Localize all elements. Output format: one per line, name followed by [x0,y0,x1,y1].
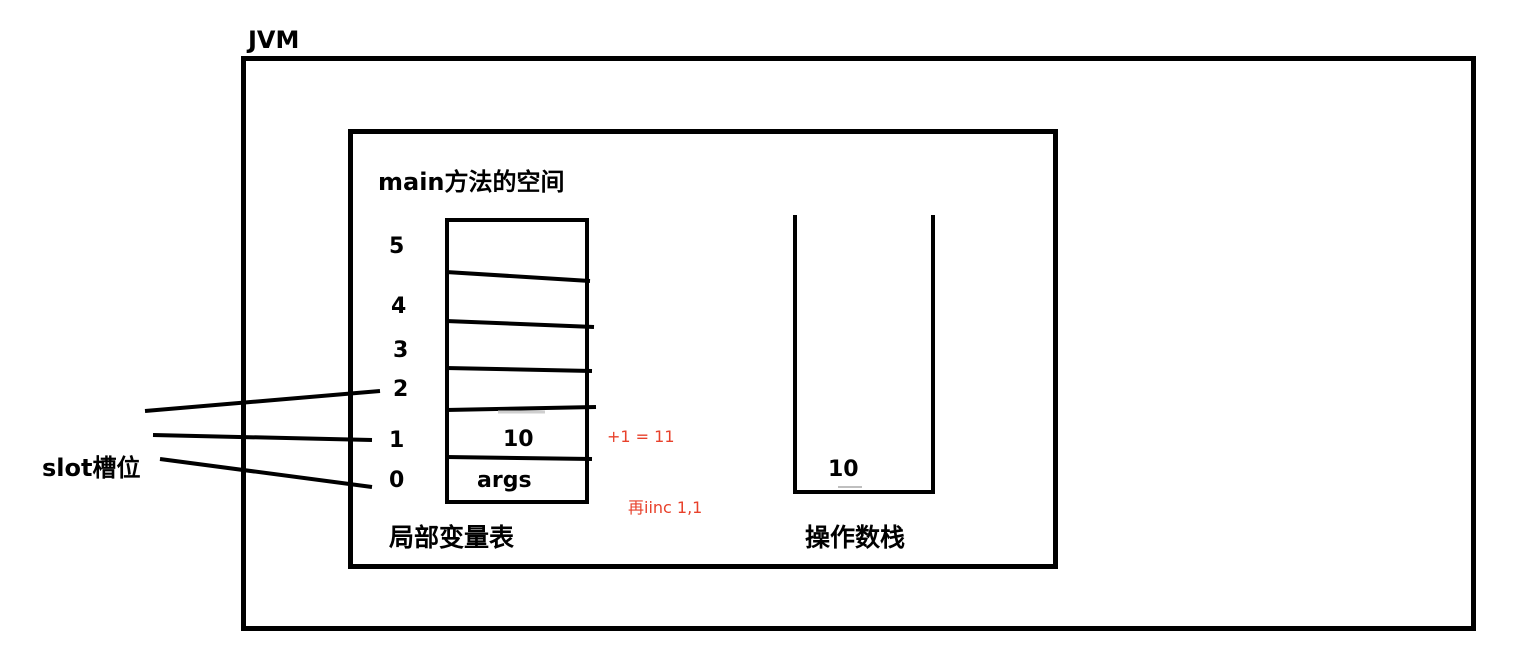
method-frame-title: main方法的空间 [378,168,565,196]
slot-index-0: 0 [389,468,405,493]
increment-annotation: +1 = 11 [607,427,675,446]
slot-index-3: 3 [393,338,409,363]
slot-index-2: 2 [393,377,409,402]
slot-index-1: 1 [389,428,405,453]
slot-1-value: 10 [503,427,534,452]
local-variable-table [445,218,589,504]
slot-index-5: 5 [389,234,405,259]
jvm-title: JVM [248,26,300,54]
iinc-annotation: 再iinc 1,1 [628,498,703,517]
slot-label: slot槽位 [42,454,141,482]
local-variable-table-caption: 局部变量表 [389,523,515,552]
slot-index-4: 4 [391,294,407,319]
slot-0-value: args [477,468,532,493]
operand-stack-caption: 操作数栈 [805,523,906,552]
operand-stack-top-value: 10 [828,457,859,482]
